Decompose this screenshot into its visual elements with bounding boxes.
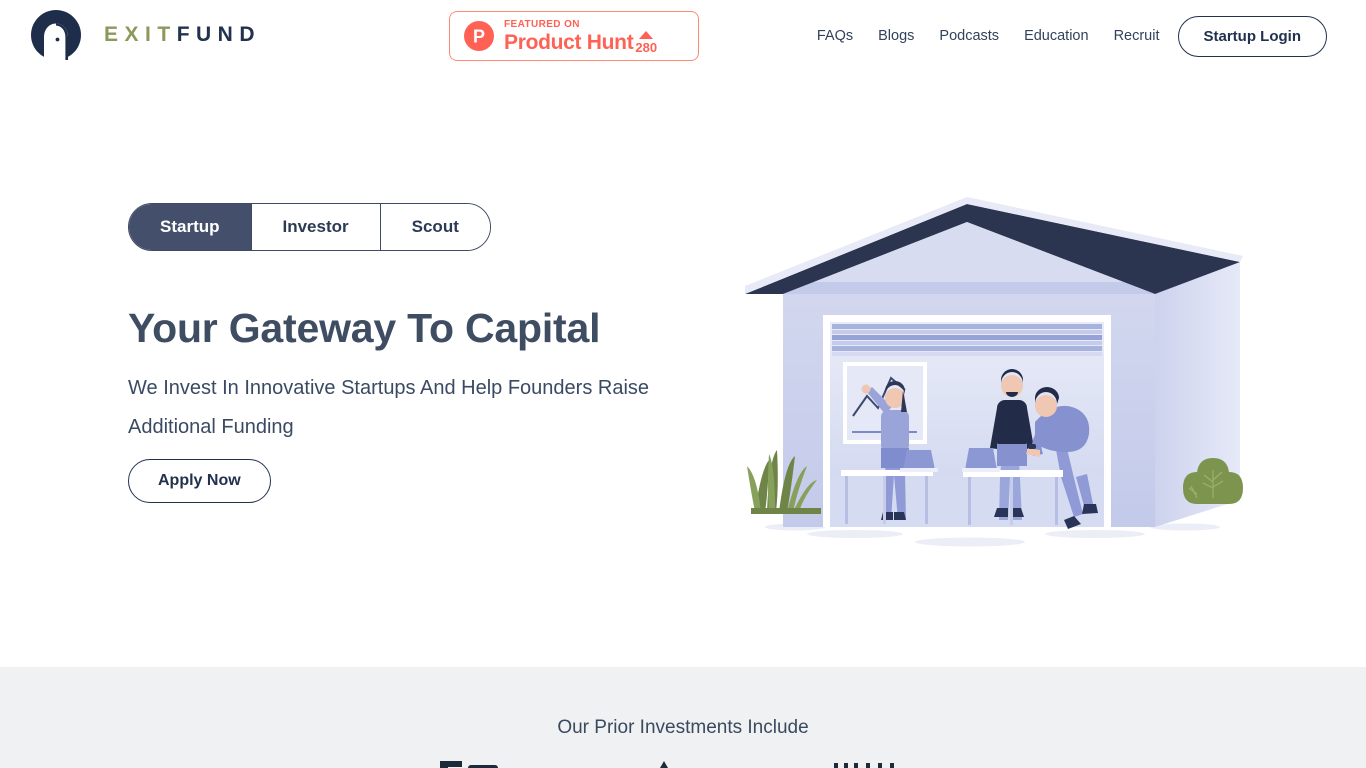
segment-investor[interactable]: Investor: [251, 204, 381, 250]
hero-headline: Your Gateway To Capital: [128, 305, 601, 351]
product-hunt-p-icon: P: [464, 21, 494, 51]
exitfund-door-circle-icon: [30, 9, 82, 61]
hero-section: Startup Investor Scout Your Gateway To C…: [0, 72, 1366, 667]
site-header: EXITFUND P FEATURED ON Product Hunt 280: [0, 0, 1366, 72]
nav-link-faqs[interactable]: FAQs: [817, 28, 853, 44]
product-hunt-name: Product Hunt: [504, 30, 634, 54]
svg-text:P: P: [473, 27, 485, 47]
brand-logo[interactable]: EXITFUND: [30, 9, 261, 61]
product-hunt-badge[interactable]: P FEATURED ON Product Hunt 280: [449, 11, 699, 61]
startup-garage-team-illustration: [735, 182, 1265, 582]
featured-on-label: FEATURED ON: [504, 18, 580, 30]
segment-scout[interactable]: Scout: [380, 204, 490, 250]
upvote-triangle-icon: [639, 30, 654, 39]
product-hunt-text: FEATURED ON Product Hunt 280: [504, 19, 657, 54]
nav-link-blogs[interactable]: Blogs: [878, 28, 914, 44]
prior-investments-logos: [0, 757, 1366, 768]
prior-investments-title: Our Prior Investments Include: [557, 717, 809, 738]
segment-startup[interactable]: Startup: [129, 204, 252, 250]
startup-login-button[interactable]: Startup Login: [1177, 15, 1327, 57]
nav-link-podcasts[interactable]: Podcasts: [939, 28, 999, 44]
brand-name: EXITFUND: [104, 23, 261, 47]
hero-subheadline: We Invest In Innovative Startups And Hel…: [128, 377, 650, 438]
apply-now-button[interactable]: Apply Now: [128, 459, 271, 503]
brand-name-fund: FUND: [176, 23, 262, 46]
role-segmented-control: Startup Investor Scout: [128, 203, 491, 251]
prior-investments-section: Our Prior Investments Include: [0, 667, 1366, 768]
nav-link-education[interactable]: Education: [1024, 28, 1089, 44]
main-navigation: FAQs Blogs Podcasts Education Recruit St…: [817, 0, 1327, 72]
partner-logo-3: [834, 757, 926, 768]
brand-name-exit: EXIT: [104, 23, 177, 46]
partner-logo-2: [650, 757, 684, 768]
nav-link-recruit[interactable]: Recruit: [1114, 28, 1160, 44]
landing-page: EXITFUND P FEATURED ON Product Hunt 280: [0, 0, 1366, 768]
product-hunt-name-row: Product Hunt 280: [504, 30, 658, 55]
upvote-count: 280: [635, 39, 658, 55]
upvote-group: 280: [635, 30, 658, 55]
partner-logo-1: [440, 757, 500, 768]
